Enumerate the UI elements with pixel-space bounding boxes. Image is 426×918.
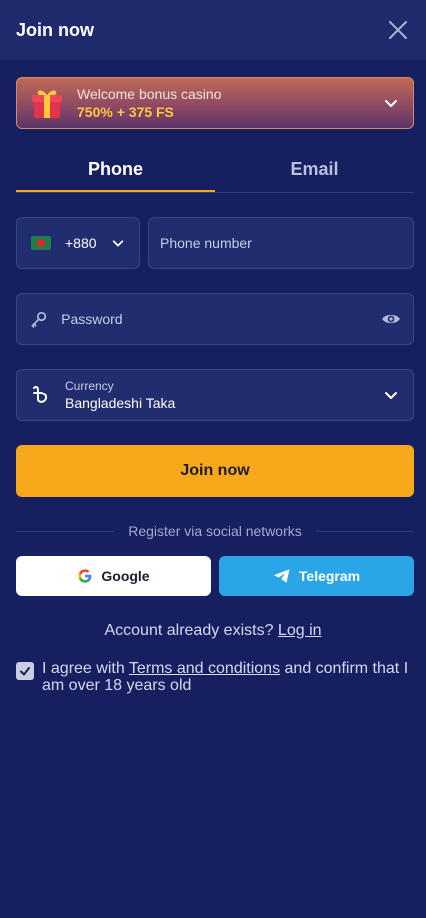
login-link[interactable]: Log in (278, 622, 322, 639)
social-divider: Register via social networks (16, 521, 415, 541)
close-icon (389, 21, 407, 39)
terms-link[interactable]: Terms and conditions (129, 660, 280, 677)
password-field (16, 293, 414, 345)
currency-text: Currency Bangladeshi Taka (65, 379, 383, 412)
agreement-text: I agree with Terms and conditions and co… (42, 660, 414, 694)
tab-phone[interactable]: Phone (16, 146, 215, 192)
bonus-selector[interactable]: Welcome bonus casino 750% + 375 FS (16, 77, 414, 129)
divider-line (16, 530, 115, 532)
divider-line (315, 530, 415, 532)
account-text: Account already exists? (104, 622, 274, 639)
telegram-button[interactable]: Telegram (219, 556, 414, 596)
currency-value: Bangladeshi Taka (65, 394, 176, 411)
country-code: +880 (65, 235, 97, 251)
currency-select[interactable]: Currency Bangladeshi Taka (16, 369, 414, 421)
password-input[interactable] (61, 311, 373, 327)
google-button[interactable]: Google (16, 556, 211, 596)
chevron-down-icon (112, 240, 124, 247)
account-exists: Account already exists? Log in (0, 622, 426, 640)
currency-label: Currency (65, 378, 114, 393)
social-divider-text: Register via social networks (128, 523, 302, 539)
country-code-select[interactable]: +880 (16, 217, 140, 269)
key-icon (31, 311, 47, 328)
phone-field (148, 217, 414, 269)
bangladesh-flag-icon (31, 236, 51, 250)
telegram-label: Telegram (298, 568, 361, 584)
bonus-title: Welcome bonus casino (77, 86, 222, 102)
header: Join now (0, 0, 426, 60)
phone-input[interactable] (160, 235, 402, 251)
chevron-down-icon (385, 100, 397, 107)
tab-email[interactable]: Email (215, 146, 414, 192)
terms-checkbox[interactable] (16, 662, 34, 680)
agreement-prefix: I agree with (42, 660, 125, 677)
chevron-down-icon (385, 392, 397, 399)
close-button[interactable] (386, 18, 410, 42)
telegram-icon (273, 569, 290, 583)
bonus-value: 750% + 375 FS (77, 104, 174, 120)
terms-agreement: I agree with Terms and conditions and co… (16, 660, 414, 694)
gift-icon (32, 90, 62, 118)
eye-icon[interactable] (381, 307, 401, 331)
taka-icon (33, 385, 48, 403)
registration-tabs: Phone Email (16, 146, 414, 193)
join-now-button[interactable]: Join now (16, 445, 414, 497)
page-title: Join now (16, 19, 94, 40)
google-icon (78, 569, 92, 583)
checkmark-icon (20, 667, 30, 676)
google-label: Google (101, 568, 150, 584)
bonus-text: Welcome bonus casino 750% + 375 FS (77, 85, 383, 121)
